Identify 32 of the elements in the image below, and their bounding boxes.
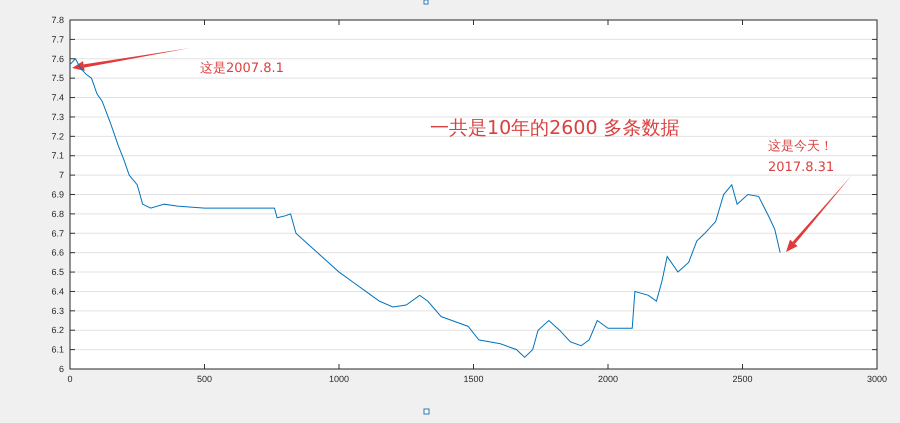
- y-tick-label: 6: [58, 364, 64, 374]
- y-tick-label: 7.7: [51, 34, 64, 44]
- annotation-text: 这是今天！: [768, 139, 833, 154]
- y-tick-label: 6.5: [51, 267, 64, 278]
- x-tick-label: 2000: [598, 374, 618, 384]
- y-tick-label: 7.3: [51, 112, 64, 122]
- x-tick-label: 1500: [463, 374, 484, 384]
- x-tick-label: 500: [196, 374, 212, 384]
- y-tick-label: 6.4: [51, 286, 64, 296]
- x-tick-label: 3000: [866, 374, 888, 384]
- x-tick-label: 2500: [732, 374, 753, 384]
- y-tick-label: 7.4: [51, 92, 64, 103]
- y-tick-label: 7.5: [51, 73, 64, 84]
- y-tick-label: 7: [58, 170, 64, 180]
- y-tick-label: 7.2: [51, 131, 64, 142]
- y-tick-label: 7.8: [51, 15, 64, 25]
- annotation-text: 这是2007.8.1: [200, 61, 284, 76]
- y-tick-label: 6.8: [51, 208, 64, 219]
- annotation-text: 2017.8.31: [768, 160, 834, 175]
- y-tick-label: 7.6: [51, 54, 64, 64]
- resize-handle-icon[interactable]: [424, 408, 430, 414]
- y-tick-label: 6.3: [51, 306, 64, 316]
- y-tick-label: 6.6: [51, 248, 64, 258]
- x-tick-label: 0: [68, 374, 72, 384]
- y-tick-label: 7.1: [51, 150, 64, 161]
- x-tick-label: 1000: [328, 374, 350, 384]
- y-tick-label: 6.2: [51, 325, 64, 336]
- y-tick-label: 6.1: [51, 344, 64, 355]
- y-tick-label: 6.7: [51, 228, 64, 238]
- y-tick-label: 6.9: [51, 190, 64, 200]
- annotation-text: 一共是10年的2600 多条数据: [430, 117, 680, 139]
- resize-handle-icon[interactable]: [424, 0, 428, 4]
